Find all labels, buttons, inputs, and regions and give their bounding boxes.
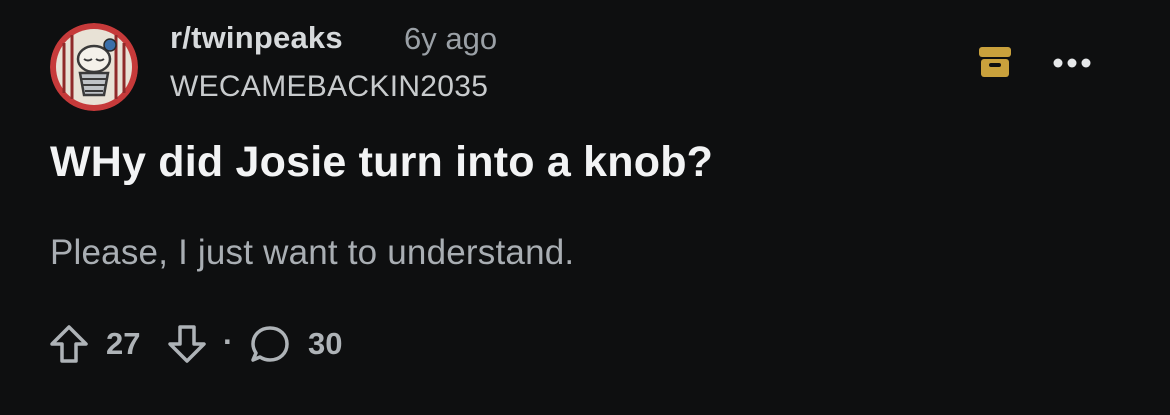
- post-age: 6y ago: [404, 21, 498, 56]
- comment-count: 30: [308, 326, 343, 361]
- post-card[interactable]: r/twinpeaks 6y ago WECAMEBACKIN2035 WHy …: [0, 0, 1170, 415]
- subreddit-name[interactable]: r/twinpeaks: [170, 20, 343, 56]
- more-options-icon[interactable]: [1050, 48, 1094, 78]
- post-body: Please, I just want to understand.: [50, 233, 575, 272]
- downvote-arrow-icon[interactable]: [166, 323, 208, 365]
- author-name[interactable]: WECAMEBACKIN2035: [170, 70, 488, 104]
- separator-dot: ·: [223, 324, 234, 359]
- archive-icon: [977, 45, 1013, 79]
- post-title[interactable]: WHy did Josie turn into a knob?: [50, 138, 713, 187]
- subreddit-avatar[interactable]: [50, 23, 138, 111]
- post-actions: 27 · 30: [48, 320, 378, 370]
- upvote-count: 27: [106, 326, 141, 361]
- comment-bubble-icon[interactable]: [248, 323, 292, 367]
- upvote-arrow-icon[interactable]: [48, 323, 90, 365]
